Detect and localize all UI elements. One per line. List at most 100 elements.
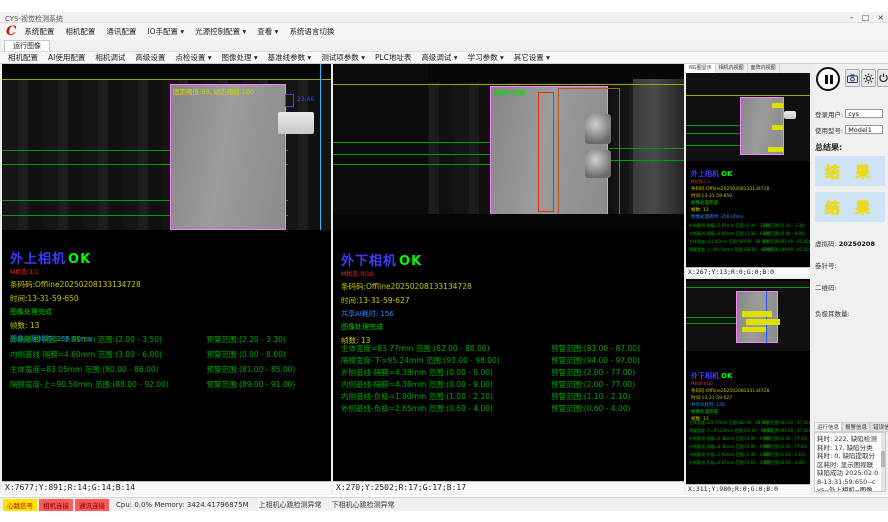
menu-system-config[interactable]: 系统配置 bbox=[24, 26, 54, 37]
login-user-label: 登录用户: bbox=[815, 109, 843, 119]
maximize-icon[interactable]: □ bbox=[862, 12, 870, 23]
camera-icon bbox=[847, 74, 858, 83]
pause-button[interactable] bbox=[816, 67, 840, 91]
camera-snapshot-button[interactable] bbox=[845, 69, 860, 87]
time-text: 时间:13-31-59-650 bbox=[691, 193, 769, 199]
menu-view[interactable]: 查看 ▾ bbox=[257, 26, 278, 37]
heartbeat-badge: 心跳信号 bbox=[3, 499, 37, 511]
gear-icon bbox=[863, 73, 874, 84]
camera-image-upper[interactable]: 固定阈值:93, 动态阈值:100 23.46 bbox=[2, 64, 331, 230]
virtual-code-row: 虚拟码: 20250208 bbox=[815, 238, 875, 248]
preview-result-lower: 外下相机OK M状态:0|10 条码码:Offline2025020813313… bbox=[691, 371, 769, 422]
measurement-warn: 预警范围:(0.00 - 8.00) bbox=[763, 231, 808, 237]
measurement-row: 主体宽度=83.77mm 范围:(82.00 - 88.00) 预警范围:(83… bbox=[689, 419, 808, 427]
measurement-warn: 预警范围:(0.60 - 4.00) bbox=[763, 460, 808, 466]
measurement-row: 内侧基线-负极=1.90mm 范围:(1.00 - 2.20) 预警范围:(1.… bbox=[689, 451, 808, 459]
measurement-row: 外侧基线-隔膜=2.91mm 范围:(2.00 - 3.50) 预警范围:(2.… bbox=[689, 222, 808, 230]
measurement-value: 主体宽度=83.77mm 范围:(82.00 - 88.00) bbox=[689, 420, 763, 426]
preview-tab-camera-view[interactable]: 相机内视图 bbox=[716, 64, 748, 73]
defect-tag bbox=[746, 319, 780, 325]
result-text: 结 果 bbox=[825, 197, 875, 218]
menu-language-switch[interactable]: 系统语言切换 bbox=[289, 26, 334, 37]
baseline-yellow-line bbox=[686, 95, 810, 96]
time-text: 时间:13-31-59-627 bbox=[341, 295, 472, 306]
ai-elapsed-text: 共享AI耗时: 156 bbox=[691, 402, 769, 408]
camera-result-title: 外上相机OK bbox=[691, 169, 769, 179]
time-text: 时间:13-31-59-650 bbox=[10, 293, 141, 304]
menu-camera-config[interactable]: 相机配置 bbox=[65, 26, 95, 37]
tool-image-process[interactable]: 图像处理 ▾ bbox=[222, 52, 258, 63]
menu-bar: C 系统配置 相机配置 通讯配置 IO手配置 ▾ 光源控制配置 ▾ 查看 ▾ 系… bbox=[0, 23, 888, 40]
tab-error-info[interactable]: 错误信息 bbox=[870, 422, 888, 432]
info-tab-bar: 运行信息 报警信息 错误信息 bbox=[814, 422, 886, 432]
ai-run-label: AI运行图像 bbox=[493, 87, 525, 97]
tab-run-info[interactable]: 运行信息 bbox=[814, 422, 842, 432]
close-icon[interactable]: × bbox=[877, 12, 884, 23]
measurement-value: 内侧基线-负极=1.90mm 范围:(1.00 - 2.20) bbox=[689, 452, 763, 458]
measurement-row: 隔膜宽度-上=90.50mm 范围:(88.00 - 92.00) 预警范围:(… bbox=[689, 246, 808, 254]
tool-test-params[interactable]: 测试项参数 ▾ bbox=[321, 52, 365, 63]
tool-baseline-params[interactable]: 基准线参数 ▾ bbox=[268, 52, 312, 63]
roller-highlight bbox=[585, 114, 611, 144]
result-box-upper: 结 果 bbox=[815, 156, 885, 186]
tool-advanced-debug[interactable]: 高级调试 ▾ bbox=[421, 52, 457, 63]
camera-connection-badge: 相机连接 bbox=[39, 499, 73, 511]
image-dark-band bbox=[2, 64, 331, 79]
menu-comm-config[interactable]: 通讯配置 bbox=[106, 26, 136, 37]
barcode-text: 条码码:Offline20250208133134728 bbox=[341, 281, 472, 292]
roller-highlight bbox=[585, 150, 611, 178]
baseline-green-line bbox=[333, 154, 491, 155]
frame-count-text: 帧数: 13 bbox=[691, 207, 769, 213]
preview-image-upper[interactable] bbox=[686, 73, 810, 161]
tab-run-image[interactable]: 运行图像 bbox=[4, 40, 50, 51]
measurement-warn: 预警范围:(2.20 - 3.30) bbox=[763, 223, 808, 229]
defect-tag bbox=[772, 125, 783, 130]
measurement-value: 隔膜宽度-上=90.50mm 范围:(88.00 - 92.00) bbox=[10, 379, 207, 390]
tool-spot-check[interactable]: 点检设置 ▾ bbox=[175, 52, 211, 63]
log-scrollbar[interactable] bbox=[881, 433, 885, 491]
settings-button[interactable] bbox=[861, 69, 876, 87]
m-status: M状态:0|10 bbox=[341, 269, 472, 278]
minimize-icon[interactable]: – bbox=[850, 12, 854, 23]
log-scrollbar-thumb[interactable] bbox=[881, 451, 885, 467]
tool-camera-config[interactable]: 相机配置 bbox=[8, 52, 38, 63]
exit-button[interactable] bbox=[877, 69, 888, 87]
measurement-value: 外侧基线-负极=2.65mm 范围:(0.60 - 4.00) bbox=[689, 460, 763, 466]
tool-camera-debug[interactable]: 相机调试 bbox=[95, 52, 125, 63]
measurement-value: 隔膜宽度-上=90.50mm 范围:(88.00 - 92.00) bbox=[689, 247, 763, 253]
measurement-warn: 预警范围:(2.00 - 77.00) bbox=[763, 444, 808, 450]
threshold-overlay-label: 固定阈值:93, 动态阈值:100 bbox=[173, 86, 254, 96]
measurement-row: 外侧基线-隔膜=4.38mm 范围:(0.00 - 9.00) 预警范围:(2.… bbox=[689, 435, 808, 443]
tab-connector-blob bbox=[784, 111, 796, 119]
tool-plc-address[interactable]: PLC地址表 bbox=[375, 52, 411, 63]
measurement-row: 内侧基线-负极=1.90mm 范围:(1.00 - 2.20) 预警范围:(1.… bbox=[341, 390, 680, 402]
measurement-warn: 预警范围:(2.00 - 77.00) bbox=[763, 436, 808, 442]
upper-camera-warning: 上相机心跳检测异常 bbox=[259, 500, 322, 510]
measurement-warn: 预警范围:(2.20 - 3.30) bbox=[207, 334, 327, 345]
menu-io-config[interactable]: IO手配置 ▾ bbox=[147, 26, 184, 37]
tool-ai-usage[interactable]: AI使用配置 bbox=[48, 52, 85, 63]
preview-image-lower[interactable] bbox=[686, 281, 810, 351]
right-sidebar: 登录用户: cys 使用型号: Model1 总结果: 结 果 结 果 虚拟码:… bbox=[812, 64, 888, 495]
measurement-row: 外侧基线-隔膜=4.38mm 范围:(0.00 - 9.00) 预警范围:(2.… bbox=[341, 366, 680, 378]
camera-result-title: 外上相机OK bbox=[10, 248, 141, 267]
total-result-label: 总结果: bbox=[815, 142, 842, 153]
baseline-green-line bbox=[686, 287, 810, 288]
menu-light-config[interactable]: 光源控制配置 ▾ bbox=[195, 26, 246, 37]
preview-measurements-upper: 外侧基线-隔膜=2.91mm 范围:(2.00 - 3.50) 预警范围:(2.… bbox=[689, 222, 808, 254]
measurement-row: 主体宽度=83.05mm 范围:(80.00 - 86.00) 预警范围:(81… bbox=[689, 238, 808, 246]
model-input[interactable]: Model1 bbox=[845, 125, 883, 134]
process-done-text: 图像处理完成 bbox=[691, 409, 769, 415]
preview-tab-ng[interactable]: NG图显示 bbox=[686, 64, 716, 73]
tab-row: 运行图像 bbox=[0, 40, 888, 51]
tool-learn-params[interactable]: 学习参数 ▾ bbox=[468, 52, 504, 63]
login-user-input[interactable]: cys bbox=[845, 109, 883, 118]
preview-tab-area-view[interactable]: 面阵内视图 bbox=[748, 64, 780, 73]
measurement-value: 外侧基线-隔膜=2.91mm 范围:(2.00 - 3.50) bbox=[689, 223, 763, 229]
tool-advanced-settings[interactable]: 高级设置 bbox=[135, 52, 165, 63]
camera-image-lower[interactable]: AI运行图像 bbox=[333, 64, 684, 230]
pixel-coord-bar-preview-lower: X:311;Y:980;R:0;G:0;B:0 bbox=[686, 484, 810, 494]
tool-other-settings[interactable]: 其它设置 ▾ bbox=[514, 52, 550, 63]
tab-alarm-info[interactable]: 报警信息 bbox=[842, 422, 870, 432]
ok-status: OK bbox=[721, 170, 732, 178]
